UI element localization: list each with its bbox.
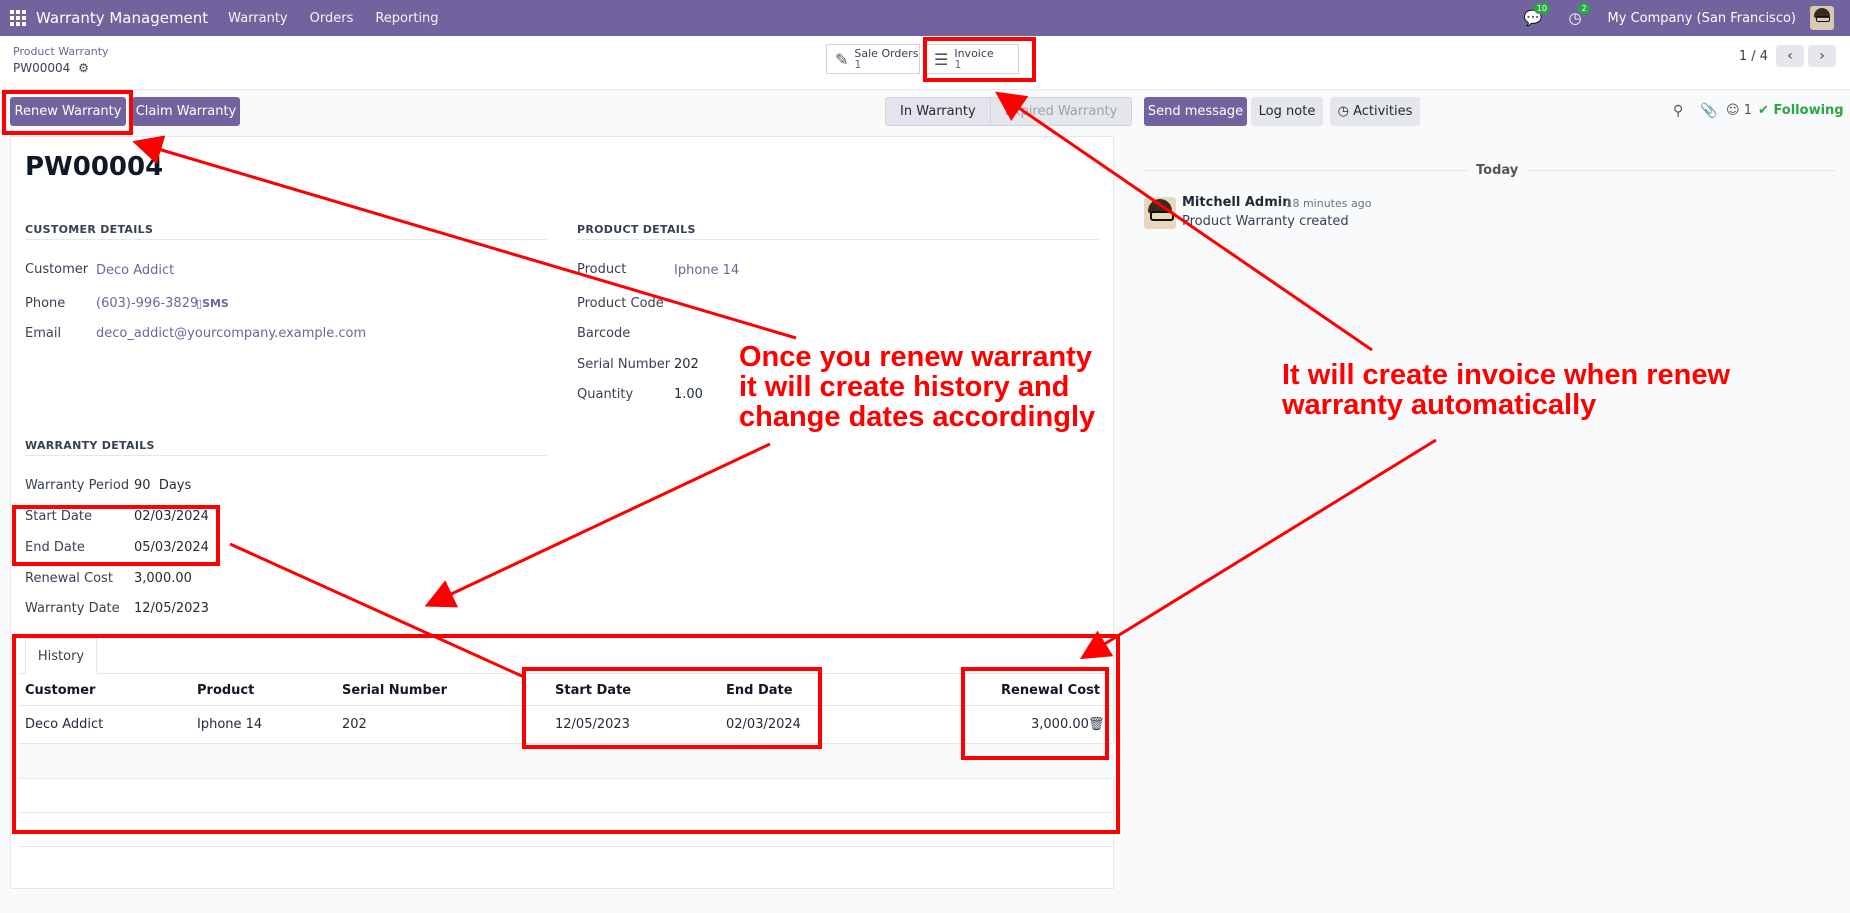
sms-button[interactable]: ▯SMS bbox=[196, 297, 229, 310]
breadcrumb-current-label: PW00004 bbox=[13, 61, 71, 75]
annotation-line: Once you renew warranty bbox=[739, 341, 1092, 373]
menu-warranty[interactable]: Warranty bbox=[228, 11, 287, 26]
record-title: PW00004 bbox=[25, 152, 164, 182]
annotation-line: warranty automatically bbox=[1282, 389, 1597, 421]
email-label: Email bbox=[25, 326, 62, 341]
customer-details-heading: CUSTOMER DETAILS bbox=[25, 223, 154, 236]
edit-icon: ✎ bbox=[835, 49, 849, 69]
gear-icon[interactable]: ⚙ bbox=[78, 61, 89, 75]
claim-warranty-button[interactable]: Claim Warranty bbox=[132, 97, 240, 126]
top-navbar: Warranty Management Warranty Orders Repo… bbox=[0, 0, 1850, 36]
app-menu-icon[interactable] bbox=[0, 0, 36, 36]
quantity-label: Quantity bbox=[577, 387, 634, 402]
product-details-heading: PRODUCT DETAILS bbox=[577, 223, 696, 236]
pager-counter[interactable]: 1 / 4 bbox=[1739, 49, 1768, 64]
annotation-box-dates bbox=[12, 505, 220, 566]
followers-count: 1 bbox=[1743, 103, 1752, 118]
messages-icon[interactable]: 💬 10 bbox=[1524, 3, 1550, 27]
status-bar: In Warranty Expired Warranty bbox=[885, 97, 1133, 126]
activities-badge: 2 bbox=[1578, 3, 1590, 14]
product-label: Product bbox=[577, 262, 627, 277]
annotation-line: change dates accordingly bbox=[739, 401, 1096, 433]
chevron-right-icon: › bbox=[1819, 48, 1825, 64]
annotation-box-history-dates bbox=[522, 667, 822, 749]
section-divider bbox=[577, 239, 1099, 240]
serial-number-label: Serial Number bbox=[577, 357, 671, 372]
arrow-to-renewal-cost bbox=[1079, 438, 1437, 660]
warranty-details-heading: WARRANTY DETAILS bbox=[25, 439, 155, 452]
annotation-line: it will create history and bbox=[739, 371, 1070, 403]
customer-value[interactable]: Deco Addict bbox=[96, 263, 174, 278]
phone-value[interactable]: (603)-996-3829 bbox=[96, 296, 198, 311]
serial-number-value: 202 bbox=[674, 357, 699, 372]
paperclip-icon[interactable]: 📎 bbox=[1700, 103, 1717, 119]
send-message-button[interactable]: Send message bbox=[1144, 97, 1247, 126]
stage-expired-warranty[interactable]: Expired Warranty bbox=[990, 97, 1133, 126]
annotation-renew-note: Once you renew warranty it will create h… bbox=[739, 342, 1095, 432]
annotation-box-renew bbox=[2, 90, 133, 135]
email-value[interactable]: deco_addict@yourcompany.example.com bbox=[96, 326, 366, 341]
activities-button[interactable]: ◷ Activities bbox=[1330, 97, 1420, 126]
search-icon[interactable]: ⚲ bbox=[1673, 103, 1683, 119]
barcode-label: Barcode bbox=[577, 326, 631, 341]
product-code-label: Product Code bbox=[577, 296, 664, 311]
author-avatar[interactable] bbox=[1144, 197, 1176, 229]
pager-next-button[interactable]: › bbox=[1808, 45, 1836, 67]
warranty-period-unit: Days bbox=[158, 478, 192, 493]
quantity-value: 1.00 bbox=[674, 387, 703, 402]
clock-icon: ◷ bbox=[1337, 104, 1354, 119]
phone-label: Phone bbox=[25, 296, 66, 311]
menu-orders[interactable]: Orders bbox=[310, 11, 354, 26]
message-time: - 18 minutes ago bbox=[1278, 197, 1372, 210]
section-divider bbox=[25, 455, 547, 456]
sale-orders-count: 1 bbox=[854, 58, 862, 71]
sale-orders-label: Sale Orders bbox=[854, 47, 919, 60]
check-icon: ✔ bbox=[1758, 103, 1769, 118]
message-body: Product Warranty created bbox=[1182, 214, 1349, 229]
section-divider bbox=[25, 239, 547, 240]
user-avatar[interactable] bbox=[1810, 6, 1834, 30]
warranty-date-value: 12/05/2023 bbox=[134, 601, 209, 616]
stage-in-warranty[interactable]: In Warranty bbox=[885, 97, 991, 126]
renewal-cost-value: 3,000.00 bbox=[134, 571, 192, 586]
annotation-box-history-cost bbox=[961, 667, 1109, 760]
user-icon: ☺ bbox=[1726, 103, 1740, 118]
sale-orders-smart-button[interactable]: ✎ Sale Orders 1 bbox=[826, 44, 920, 74]
renewal-cost-label: Renewal Cost bbox=[25, 571, 113, 586]
warranty-period-value: 90 Days bbox=[134, 478, 191, 493]
table-row-divider bbox=[18, 846, 1114, 847]
warranty-period-number: 90 bbox=[134, 478, 151, 493]
activities-clock-icon[interactable]: ◷ 2 bbox=[1568, 3, 1590, 27]
chevron-left-icon: ‹ bbox=[1787, 48, 1793, 64]
warranty-period-label: Warranty Period bbox=[25, 478, 130, 493]
followers-button[interactable]: ☺ 1 bbox=[1726, 103, 1752, 118]
date-separator: Today bbox=[1468, 163, 1527, 178]
annotation-box-invoice bbox=[923, 37, 1036, 82]
app-name[interactable]: Warranty Management bbox=[36, 9, 208, 27]
annotation-invoice-note: It will create invoice when renew warran… bbox=[1282, 360, 1730, 420]
sms-label: SMS bbox=[202, 297, 229, 310]
following-button[interactable]: ✔ Following bbox=[1758, 103, 1844, 118]
pager-previous-button[interactable]: ‹ bbox=[1776, 45, 1804, 67]
menu-reporting[interactable]: Reporting bbox=[375, 11, 438, 26]
company-switcher[interactable]: My Company (San Francisco) bbox=[1608, 11, 1796, 26]
product-value[interactable]: Iphone 14 bbox=[674, 263, 739, 278]
following-label: Following bbox=[1773, 103, 1844, 118]
breadcrumb-parent[interactable]: Product Warranty bbox=[13, 45, 109, 58]
log-note-button[interactable]: Log note bbox=[1251, 97, 1323, 126]
message-author[interactable]: Mitchell Admin bbox=[1182, 195, 1291, 210]
breadcrumb-current: PW00004 ⚙ bbox=[13, 61, 89, 75]
annotation-line: It will create invoice when renew bbox=[1282, 359, 1731, 391]
messages-badge: 10 bbox=[1533, 3, 1550, 14]
warranty-date-label: Warranty Date bbox=[25, 601, 120, 616]
activities-label: Activities bbox=[1353, 104, 1413, 119]
customer-label: Customer bbox=[25, 262, 89, 277]
